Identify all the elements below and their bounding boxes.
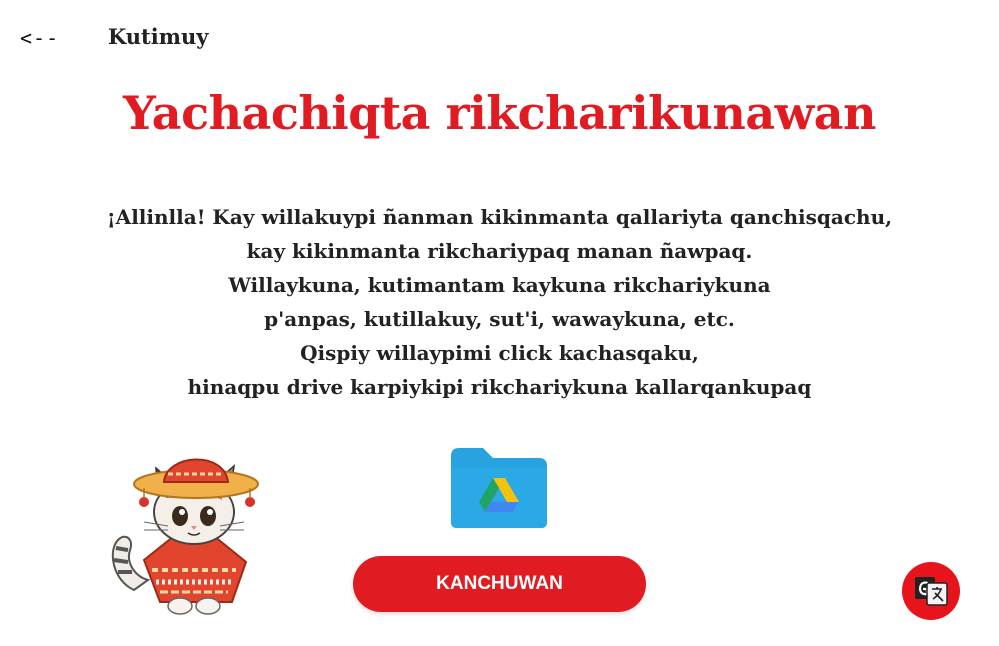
- description-text: ¡Allinlla! Kay willakuypi ñanman kikinma…: [60, 200, 939, 404]
- back-arrow-icon[interactable]: <--: [20, 26, 59, 50]
- description-line: ¡Allinlla! Kay willakuypi ñanman kikinma…: [106, 205, 893, 229]
- description-line: kay kikinmanta rikchariypaq manan ñawpaq…: [246, 239, 753, 263]
- description-line: p'anpas, kutillakuy, sut'i, wawaykuna, e…: [264, 307, 735, 331]
- translate-icon: [915, 577, 948, 606]
- drive-folder-icon[interactable]: [449, 446, 549, 530]
- page-title: Yachachiqta rikcharikunawan: [123, 86, 876, 140]
- description-line: Qispiy willaypimi click kachasqaku,: [300, 341, 699, 365]
- page: <-- Kutimuy Yachachiqta rikcharikunawan …: [0, 0, 999, 646]
- download-button[interactable]: KANCHUWAN: [353, 556, 646, 612]
- translate-button[interactable]: [902, 562, 960, 620]
- back-link-label[interactable]: Kutimuy: [108, 24, 208, 49]
- description-line: Willaykuna, kutimantam kaykuna rikchariy…: [228, 273, 771, 297]
- description-line: hinaqpu drive karpiykipi rikchariykuna k…: [187, 375, 812, 399]
- cat-illustration: [111, 458, 259, 615]
